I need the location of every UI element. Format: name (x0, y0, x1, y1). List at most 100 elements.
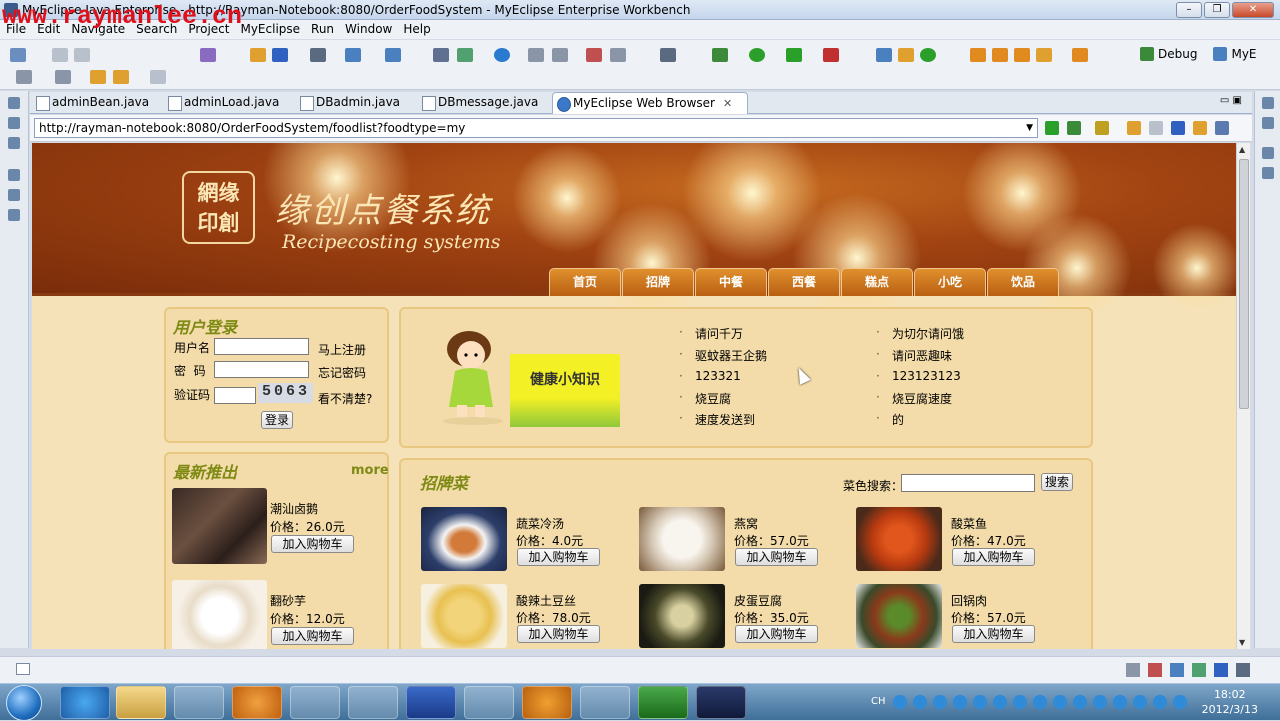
tray-icon[interactable] (913, 695, 927, 709)
nav-drinks[interactable]: 饮品 (987, 268, 1059, 296)
server-icon[interactable] (310, 48, 326, 62)
add-to-cart-button[interactable]: 加入购物车 (517, 625, 600, 643)
captcha-refresh-link[interactable]: 看不清楚? (318, 390, 372, 407)
package-explorer-icon[interactable] (8, 117, 20, 129)
db-icon[interactable] (457, 48, 473, 62)
globe-icon[interactable] (494, 48, 510, 62)
layout-icon[interactable] (433, 48, 449, 62)
tip-item[interactable]: 的 (876, 411, 904, 428)
menu-help[interactable]: Help (403, 20, 430, 39)
favorites-icon[interactable] (1095, 121, 1109, 135)
notepad-icon[interactable] (348, 686, 398, 719)
browser-scrollbar[interactable]: ▲ ▼ (1236, 143, 1250, 649)
new-icon[interactable] (10, 48, 26, 62)
explorer-icon[interactable] (116, 686, 166, 719)
tray-icon[interactable] (1153, 695, 1167, 709)
debug-page-icon[interactable] (1067, 121, 1081, 135)
close-button[interactable]: ✕ (1232, 2, 1274, 18)
start-button[interactable] (6, 685, 42, 721)
settings-taskbar-icon[interactable] (174, 686, 224, 719)
food-image-fish[interactable] (856, 507, 942, 571)
tools-icon[interactable] (464, 686, 514, 719)
open-folder-icon[interactable] (970, 48, 986, 62)
clock[interactable]: 18:02 2012/3/13 (1202, 687, 1258, 717)
food-name[interactable]: 回锅肉 (951, 592, 987, 609)
status-icon[interactable] (1148, 663, 1162, 677)
ie-icon[interactable] (60, 686, 110, 719)
dish-search-button[interactable]: 搜索 (1041, 473, 1073, 491)
food-image-goose[interactable] (172, 488, 267, 564)
tip-item[interactable]: 123321 (679, 369, 741, 383)
tip-item[interactable]: 请问千万 (679, 325, 743, 342)
tab-dbmessage[interactable]: DBmessage.java (418, 92, 538, 114)
stop-icon[interactable] (823, 48, 839, 62)
more-link[interactable]: more (351, 463, 389, 478)
bookmark-icon[interactable] (1072, 48, 1088, 62)
console-icon[interactable] (660, 48, 676, 62)
previous-icon[interactable] (113, 70, 129, 84)
new-package-icon[interactable] (898, 48, 914, 62)
myeclipse-perspective-label[interactable]: MyE (1231, 47, 1256, 61)
minimize-button[interactable]: – (1176, 2, 1202, 18)
tab-adminbean[interactable]: adminBean.java (32, 92, 149, 114)
fast-view-icon[interactable] (16, 663, 30, 675)
tip-item[interactable]: 为切尔请问饿 (876, 325, 964, 342)
food-name[interactable]: 酸菜鱼 (951, 515, 987, 532)
open-resource-icon[interactable] (1014, 48, 1030, 62)
food-image-tofu[interactable] (639, 584, 725, 648)
tip-item[interactable]: 速度发送到 (679, 411, 755, 428)
tray-icon[interactable] (1093, 695, 1107, 709)
browser-back-icon[interactable] (1127, 121, 1141, 135)
maximize-button[interactable]: ❐ (1204, 2, 1230, 18)
tray-icon[interactable] (973, 695, 987, 709)
food-image-soup[interactable] (421, 507, 507, 571)
nav-pastry[interactable]: 糕点 (841, 268, 913, 296)
menu-window[interactable]: Window (345, 20, 392, 39)
hierarchy-icon[interactable] (8, 137, 20, 149)
food-image-pork[interactable] (856, 584, 942, 648)
food-name[interactable]: 酸辣土豆丝 (516, 592, 576, 609)
nav-snacks[interactable]: 小吃 (914, 268, 986, 296)
outline-right-icon[interactable] (1261, 117, 1274, 129)
browser-forward-icon[interactable] (1149, 121, 1163, 135)
go-icon[interactable] (1045, 121, 1059, 135)
tab-web-browser[interactable]: MyEclipse Web Browser ✕ (552, 92, 748, 114)
word-icon[interactable] (406, 686, 456, 719)
outline-icon[interactable] (8, 209, 20, 221)
tab-close-icon[interactable]: ✕ (723, 97, 732, 110)
config-icon[interactable] (610, 48, 626, 62)
open-type-icon[interactable] (200, 48, 216, 62)
tray-icon[interactable] (1073, 695, 1087, 709)
url-input[interactable]: http://rayman-notebook:8080/OrderFoodSys… (34, 118, 1038, 138)
save-icon[interactable] (52, 48, 68, 62)
scroll-thumb[interactable] (1239, 159, 1249, 409)
run-as-icon[interactable] (786, 48, 802, 62)
menu-run[interactable]: Run (311, 20, 334, 39)
tray-icon[interactable] (1033, 695, 1047, 709)
gear-taskbar-icon[interactable] (522, 686, 572, 719)
url-dropdown-icon[interactable]: ▼ (1026, 119, 1033, 137)
tab-adminload[interactable]: adminLoad.java (164, 92, 279, 114)
tip-item[interactable]: 烧豆腐速度 (876, 390, 952, 407)
open-project-icon[interactable] (992, 48, 1008, 62)
back-icon[interactable] (90, 70, 106, 84)
deploy-icon[interactable] (272, 48, 288, 62)
captcha-image[interactable]: 5063 (258, 383, 313, 403)
browser-settings-icon[interactable] (1215, 121, 1229, 135)
username-input[interactable] (214, 338, 309, 355)
status-icon[interactable] (1214, 663, 1228, 677)
status-icon[interactable] (1170, 663, 1184, 677)
food-name[interactable]: 燕窝 (734, 515, 758, 532)
nav-western[interactable]: 西餐 (768, 268, 840, 296)
myeclipse-taskbar-icon[interactable] (696, 686, 746, 719)
restore-right-icon[interactable] (1261, 97, 1274, 109)
tray-icon[interactable] (1013, 695, 1027, 709)
add-to-cart-button[interactable]: 加入购物车 (952, 625, 1035, 643)
add-to-cart-button[interactable]: 加入购物车 (271, 627, 354, 645)
add-to-cart-button[interactable]: 加入购物车 (952, 548, 1035, 566)
restore-right-icon-2[interactable] (1261, 147, 1274, 159)
browser-stop-icon[interactable] (1171, 121, 1185, 135)
add-to-cart-button[interactable]: 加入购物车 (735, 548, 818, 566)
tray-icon[interactable] (893, 695, 907, 709)
status-icon[interactable] (1236, 663, 1250, 677)
